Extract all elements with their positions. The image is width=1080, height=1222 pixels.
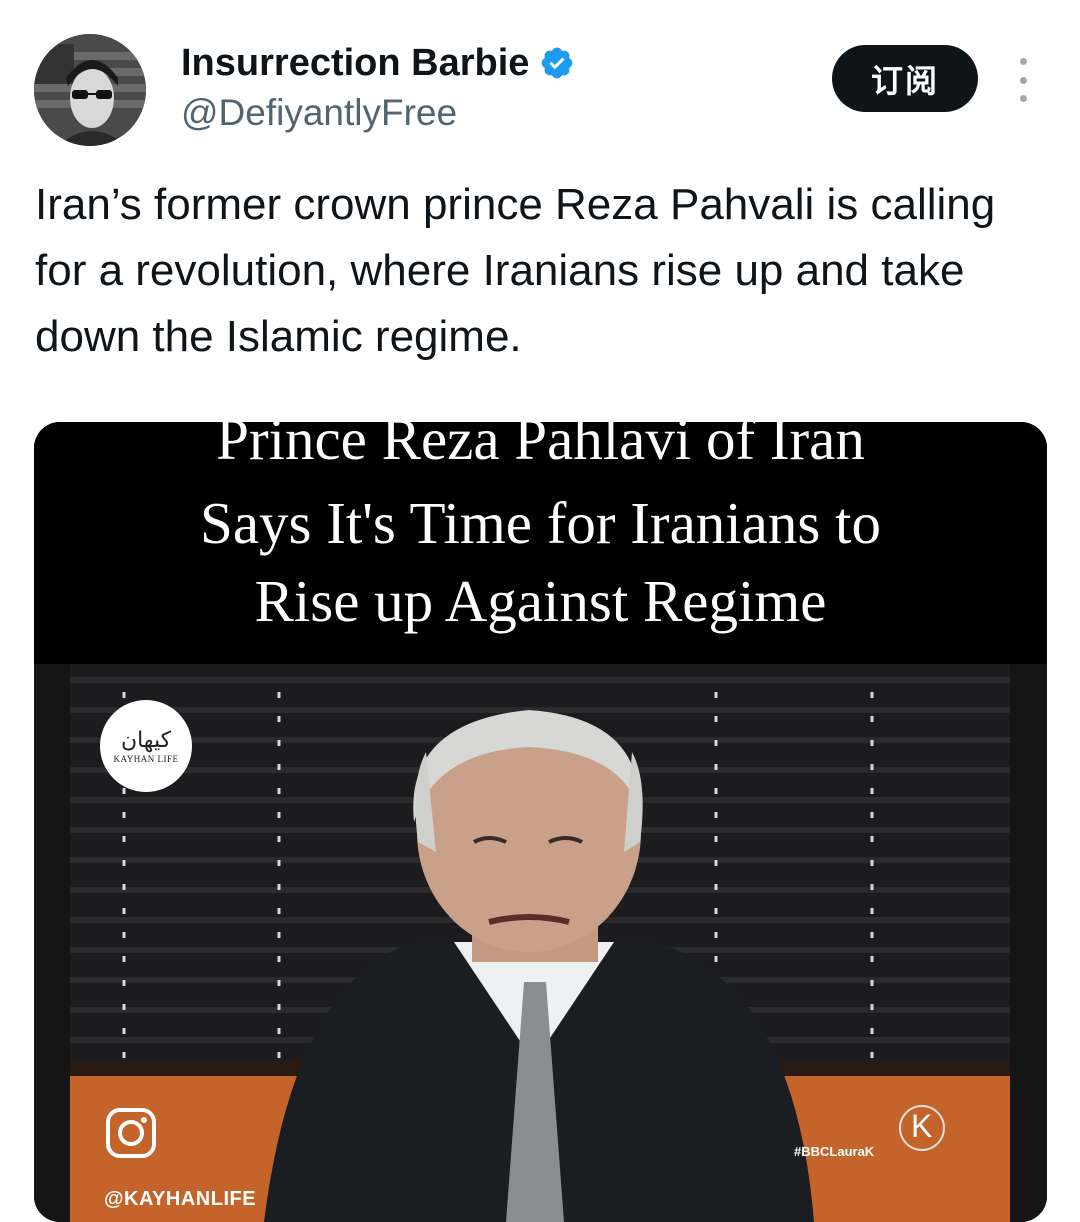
kayhan-logo-persian: کیهان	[120, 728, 172, 753]
dot	[1019, 76, 1027, 84]
author-name[interactable]: Insurrection Barbie	[181, 40, 529, 86]
instagram-handle: @KAYHANLIFE	[104, 1188, 257, 1210]
kayhan-logo-latin: KAYHAN LIFE	[113, 754, 179, 764]
caption-line-1: Prince Reza Pahlavi of Iran	[216, 422, 865, 472]
video-caption: Prince Reza Pahlavi of Iran Says It's Ti…	[34, 422, 1047, 664]
caption-line-3: Rise up Against Regime	[254, 568, 827, 634]
avatar[interactable]	[34, 34, 146, 146]
author-name-row[interactable]: Insurrection Barbie	[181, 40, 575, 86]
k-logo-letter: K	[911, 1108, 933, 1144]
more-options-icon[interactable]	[1012, 58, 1034, 102]
tweet-media[interactable]: Prince Reza Pahlavi of Iran Says It's Ti…	[34, 422, 1047, 1222]
author-handle[interactable]: @DefiyantlyFree	[181, 90, 457, 136]
verified-badge-icon	[542, 47, 573, 79]
avatar-image	[34, 34, 146, 146]
bbc-hashtag: #BBCLauraK	[794, 1144, 875, 1159]
tweet-text: Iran’s former crown prince Reza Pahvali …	[35, 180, 996, 361]
caption-line-2: Says It's Time for Iranians to	[200, 490, 881, 556]
subscribe-button[interactable]: 订阅	[832, 45, 978, 112]
kayhan-logo-badge: کیهان KAYHAN LIFE	[100, 700, 192, 792]
dot	[1019, 58, 1027, 65]
dot	[1019, 95, 1027, 102]
